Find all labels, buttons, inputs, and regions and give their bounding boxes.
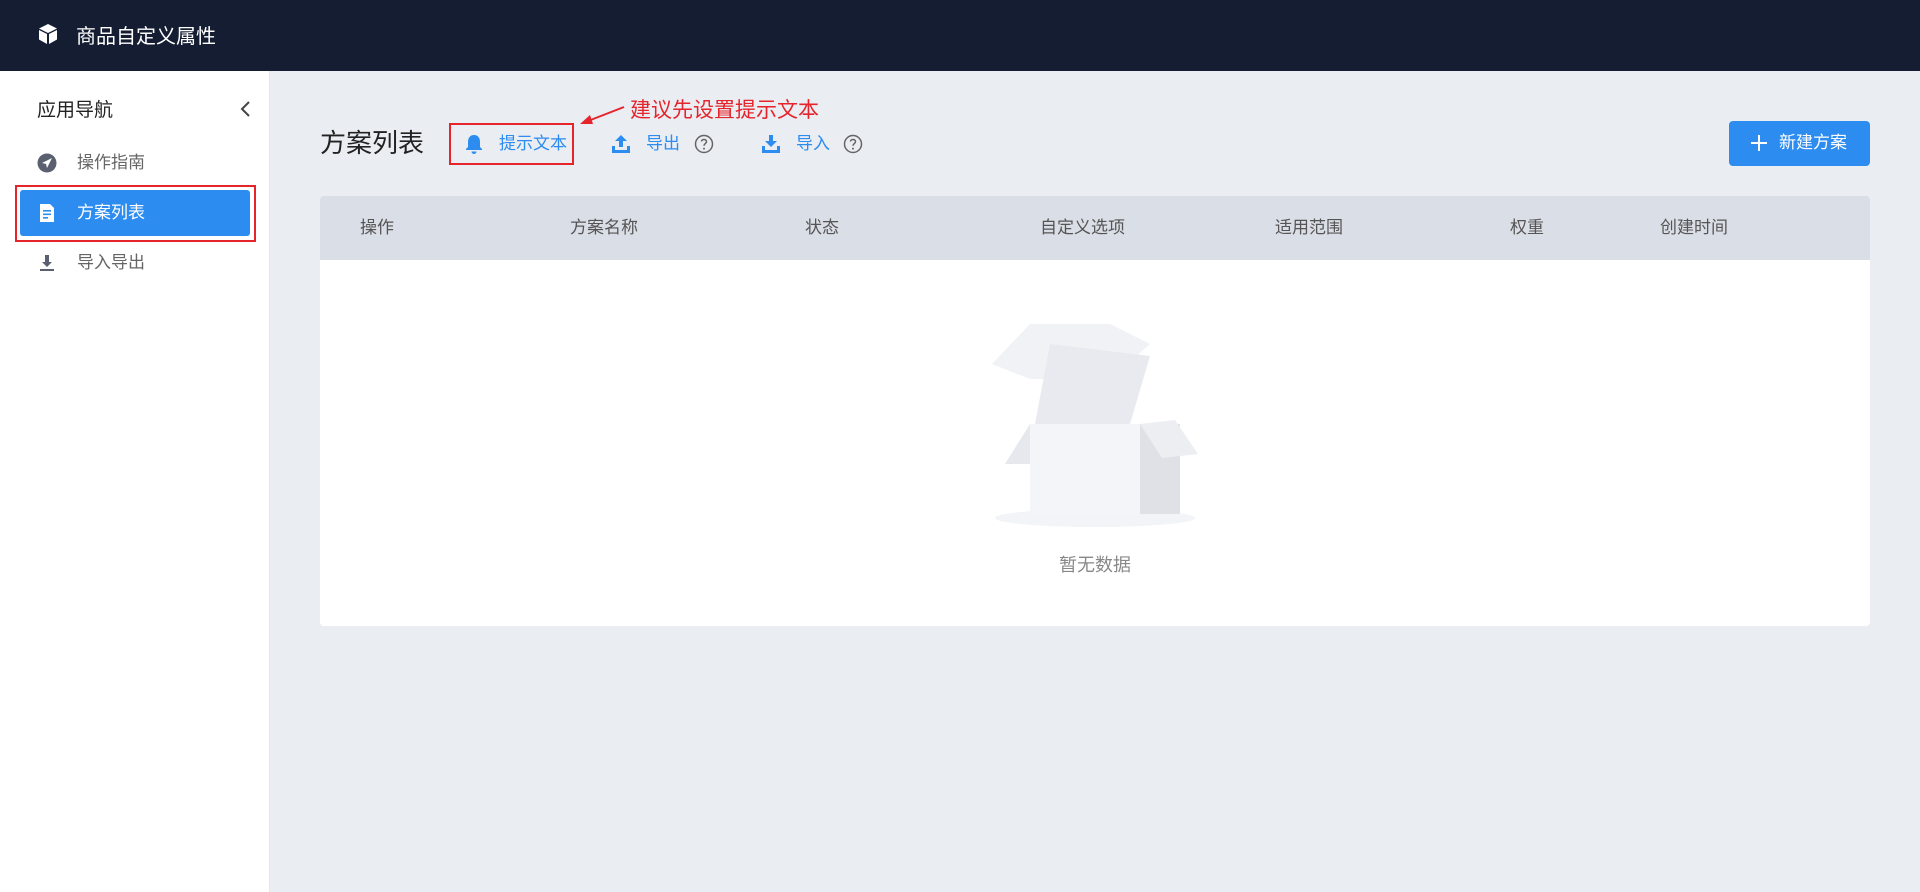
empty-state-text: 暂无数据 (1059, 555, 1131, 576)
sidebar-item-label: 导入导出 (77, 253, 145, 273)
compass-icon (37, 153, 57, 173)
column-header-created-time: 创建时间 (1660, 218, 1728, 238)
export-label: 导出 (646, 134, 680, 154)
sidebar-title: 应用导航 (37, 99, 114, 121)
hint-highlight-box (449, 123, 574, 165)
download-icon (40, 255, 54, 271)
download-tray-icon (762, 135, 780, 153)
column-header-actions: 操作 (360, 218, 394, 238)
upload-icon (612, 135, 630, 153)
export-button[interactable]: 导出 (610, 131, 680, 157)
column-header-options: 自定义选项 (1040, 218, 1125, 238)
sidebar: 应用导航 操作指南 方案列表 导入导出 (0, 71, 270, 892)
collapse-chevron-left-icon[interactable] (236, 97, 256, 121)
scheme-table: 操作 方案名称 状态 自定义选项 适用范围 权重 创建时间 暂无数据 (320, 196, 1870, 626)
export-help-icon[interactable] (694, 134, 714, 154)
page-title: 方案列表 (320, 129, 425, 159)
table-header: 操作 方案名称 状态 自定义选项 适用范围 权重 创建时间 (320, 196, 1870, 260)
top-bar: 商品自定义属性 (0, 0, 1920, 71)
cube-icon (39, 24, 57, 44)
column-header-scope: 适用范围 (1275, 218, 1343, 238)
annotation-arrow-icon (580, 106, 625, 124)
annotation-text: 建议先设置提示文本 (630, 98, 819, 122)
empty-box-illustration (992, 324, 1198, 527)
plus-icon (1751, 135, 1767, 151)
nav-highlight-box (15, 185, 256, 242)
import-button[interactable]: 导入 (760, 131, 830, 157)
import-label: 导入 (796, 134, 830, 154)
sidebar-item-import-export[interactable]: 导入导出 (20, 240, 250, 286)
column-header-weight: 权重 (1510, 218, 1544, 238)
new-scheme-button[interactable]: 新建方案 (1729, 121, 1870, 166)
sidebar-item-guide[interactable]: 操作指南 (20, 140, 250, 186)
import-help-icon[interactable] (843, 134, 863, 154)
app-title: 商品自定义属性 (76, 24, 216, 48)
sidebar-item-label: 操作指南 (77, 153, 145, 173)
new-scheme-label: 新建方案 (1779, 133, 1847, 153)
column-header-name: 方案名称 (570, 218, 638, 238)
column-header-status: 状态 (805, 218, 839, 238)
